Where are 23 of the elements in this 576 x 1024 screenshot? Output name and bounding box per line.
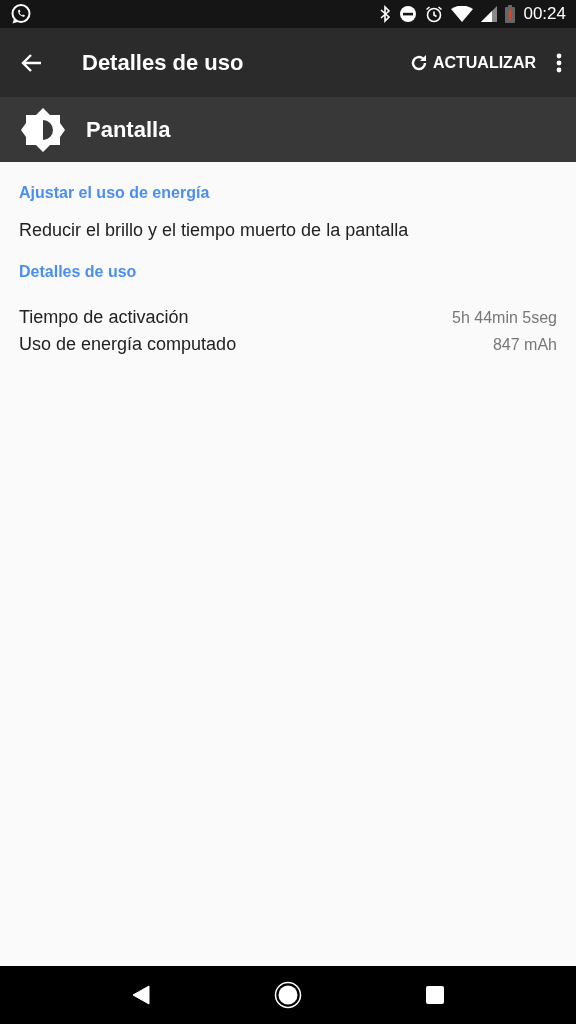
bluetooth-icon — [379, 5, 392, 23]
detail-label: Tiempo de activación — [19, 307, 189, 328]
app-title: Pantalla — [86, 116, 171, 143]
back-icon[interactable] — [132, 985, 150, 1005]
wifi-icon — [451, 6, 474, 22]
detail-value: 5h 44min 5seg — [452, 309, 557, 327]
back-arrow-icon[interactable] — [20, 52, 42, 73]
home-icon[interactable] — [274, 981, 302, 1009]
signal-icon — [481, 6, 498, 22]
do-not-disturb-icon — [399, 5, 418, 23]
more-options-icon[interactable] — [556, 52, 562, 73]
refresh-button[interactable]: ACTUALIZAR — [404, 48, 540, 77]
preference-item[interactable]: Reducir el brillo y el tiempo muerto de la pantalla — [19, 212, 557, 255]
detail-label: Uso de energía computado — [19, 334, 237, 355]
clock-time: 00:24 — [523, 4, 566, 24]
brightness-icon — [20, 106, 66, 153]
alarm-icon — [425, 5, 444, 23]
toolbar-title: Detalles de uso — [82, 49, 245, 76]
section-header: Ajustar el uso de energía — [19, 183, 211, 203]
detail-value: 847 mAh — [492, 336, 557, 354]
section-header: Detalles de uso — [19, 262, 138, 282]
chat-icon — [10, 3, 32, 25]
battery-icon — [505, 5, 516, 23]
